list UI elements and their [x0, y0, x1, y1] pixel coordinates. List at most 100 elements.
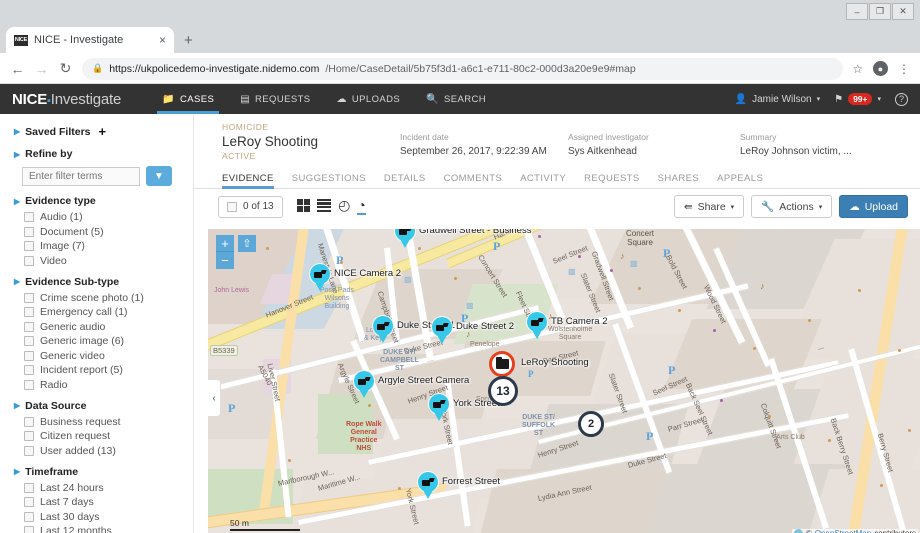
filter-option-video[interactable]: Video — [24, 255, 193, 267]
maximize-button[interactable]: ❐ — [869, 3, 891, 20]
add-filter-icon[interactable]: + — [99, 124, 107, 139]
filter-option-document[interactable]: Document (5) — [24, 226, 193, 238]
checkbox-icon[interactable] — [24, 497, 34, 507]
checkbox-icon[interactable] — [24, 365, 34, 375]
tab-appeals[interactable]: APPEALS — [708, 173, 772, 188]
new-tab-button[interactable]: + — [184, 32, 193, 49]
filter-option-last-30-days[interactable]: Last 30 days — [24, 511, 193, 523]
filter-option-business-request[interactable]: Business request — [24, 416, 193, 428]
filter-option-citizen-request[interactable]: Citizen request — [24, 430, 193, 442]
filter-option-last-7-days[interactable]: Last 7 days — [24, 496, 193, 508]
nav-item-requests[interactable]: ▤ REQUESTS — [227, 84, 323, 114]
browser-tab[interactable]: NICE NICE - Investigate × — [6, 27, 174, 53]
nav-item-cases[interactable]: 📁 CASES — [149, 84, 227, 114]
browser-profile-icon[interactable]: ● — [873, 61, 888, 76]
filter-option-last-12-months[interactable]: Last 12 months — [24, 525, 193, 533]
user-menu[interactable]: 👤 Jamie Wilson ▾ — [735, 94, 820, 105]
checkbox-icon[interactable] — [24, 483, 34, 493]
share-button[interactable]: ⇚ Share ▾ — [674, 195, 744, 218]
filter-option-generic-video[interactable]: Generic video — [24, 350, 193, 362]
close-tab-icon[interactable]: × — [159, 33, 166, 47]
map-marker-tb-camera-2[interactable] — [527, 312, 547, 338]
filter-option-user-added[interactable]: User added (13) — [24, 445, 193, 457]
checkbox-icon[interactable] — [24, 431, 34, 441]
filter-option-crime-scene-photo[interactable]: Crime scene photo (1) — [24, 292, 193, 304]
map-marker-argyle-street-camera[interactable] — [354, 371, 374, 397]
timeframe-header[interactable]: ▶ Timeframe — [14, 466, 193, 478]
evidence-type-header[interactable]: ▶ Evidence type — [14, 195, 193, 207]
checkbox-icon[interactable] — [24, 322, 34, 332]
tab-requests[interactable]: REQUESTS — [575, 173, 648, 188]
browser-menu-icon[interactable]: ⋮ — [898, 62, 910, 76]
filter-option-emergency-call[interactable]: Emergency call (1) — [24, 306, 193, 318]
compass-icon[interactable]: ⇧ — [238, 235, 256, 252]
map-marker-forrest-street[interactable] — [418, 472, 438, 498]
tab-details[interactable]: DETAILS — [375, 173, 435, 188]
nav-item-search[interactable]: 🔍 SEARCH — [413, 84, 499, 114]
map-cluster-2[interactable]: 2 — [578, 411, 604, 437]
data-source-header[interactable]: ▶ Data Source — [14, 400, 193, 412]
checkbox-icon[interactable] — [24, 241, 34, 251]
map-canvas[interactable]: Manesty's Lane Hanover Street Hanover St… — [208, 229, 920, 533]
back-icon[interactable]: ← — [10, 61, 25, 77]
checkbox-icon[interactable] — [24, 380, 34, 390]
refine-by-header[interactable]: ▶ Refine by — [14, 148, 193, 160]
filter-option-image[interactable]: Image (7) — [24, 240, 193, 252]
help-icon[interactable]: ? — [895, 93, 908, 106]
tab-suggestions[interactable]: SUGGESTIONS — [283, 173, 375, 188]
map-cluster-13[interactable]: 13 — [488, 376, 518, 406]
collapse-sidebar-button[interactable]: ‹ — [208, 379, 221, 417]
address-bar[interactable]: 🔒 https://ukpolicedemo-investigate.nidem… — [82, 58, 843, 80]
map-marker-leroy-shooting[interactable] — [489, 351, 515, 377]
minimize-button[interactable]: – — [846, 3, 868, 20]
zoom-out-button[interactable]: − — [216, 252, 234, 269]
app-logo[interactable]: NICE▪Investigate — [12, 91, 121, 108]
bookmark-star-icon[interactable]: ☆ — [852, 62, 863, 76]
map-marker-duke-street-2[interactable] — [432, 317, 452, 343]
forward-icon[interactable]: → — [34, 61, 49, 77]
evidence-map[interactable]: Manesty's Lane Hanover Street Hanover St… — [208, 229, 920, 533]
checkbox-icon[interactable] — [24, 212, 34, 222]
tab-activity[interactable]: ACTIVITY — [511, 173, 575, 188]
list-view-button[interactable] — [317, 199, 331, 215]
grid-view-button[interactable] — [297, 199, 311, 216]
checkbox-icon[interactable] — [24, 526, 34, 533]
filter-option-last-24-hours[interactable]: Last 24 hours — [24, 482, 193, 494]
openstreetmap-link[interactable]: OpenStreetMap — [815, 529, 871, 533]
checkbox-icon[interactable] — [24, 446, 34, 456]
checkbox-icon[interactable] — [24, 417, 34, 427]
checkbox-icon[interactable] — [24, 336, 34, 346]
timeline-view-button[interactable]: ◴ — [338, 198, 350, 215]
close-window-button[interactable]: ✕ — [892, 3, 914, 20]
filter-option-incident-report[interactable]: Incident report (5) — [24, 364, 193, 376]
map-marker-nice-camera-2[interactable] — [310, 264, 330, 290]
evidence-sub-type-header[interactable]: ▶ Evidence Sub-type — [14, 276, 193, 288]
tab-evidence[interactable]: EVIDENCE — [222, 173, 283, 188]
reload-icon[interactable]: ↻ — [58, 60, 73, 77]
filter-option-generic-audio[interactable]: Generic audio — [24, 321, 193, 333]
actions-button[interactable]: 🔧 Actions ▾ — [751, 195, 832, 218]
map-marker-duke-street-1[interactable] — [373, 316, 393, 342]
notifications-menu[interactable]: ⚑ 99+ ▾ — [834, 93, 881, 105]
map-marker-york-street[interactable] — [429, 394, 449, 420]
tab-comments[interactable]: COMMENTS — [435, 173, 512, 188]
filter-option-generic-image[interactable]: Generic image (6) — [24, 335, 193, 347]
tab-shares[interactable]: SHARES — [649, 173, 708, 188]
apply-filter-button[interactable]: ▼ — [146, 166, 172, 186]
saved-filters-header[interactable]: ▶ Saved Filters + — [14, 124, 193, 139]
checkbox-icon[interactable] — [24, 512, 34, 522]
zoom-in-button[interactable]: + — [216, 235, 234, 252]
filter-option-radio[interactable]: Radio — [24, 379, 193, 391]
nav-item-uploads[interactable]: ☁ UPLOADS — [324, 84, 414, 114]
map-marker-gradwell-street-business[interactable] — [395, 229, 415, 247]
selection-counter[interactable]: 0 of 13 — [218, 196, 283, 218]
upload-button[interactable]: ☁ Upload — [839, 195, 908, 218]
checkbox-icon[interactable] — [24, 256, 34, 266]
checkbox-icon[interactable] — [24, 227, 34, 237]
checkbox-icon[interactable] — [24, 307, 34, 317]
checkbox-icon[interactable] — [24, 293, 34, 303]
checkbox-icon[interactable] — [24, 351, 34, 361]
filter-terms-input[interactable] — [22, 167, 140, 186]
map-view-button[interactable]: ◔ — [357, 198, 365, 215]
select-all-checkbox[interactable] — [227, 202, 237, 212]
